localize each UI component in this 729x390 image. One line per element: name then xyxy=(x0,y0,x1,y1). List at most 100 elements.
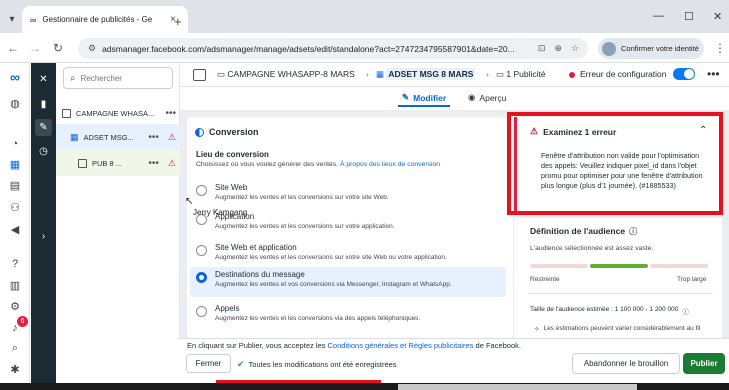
adset-grid-icon: ▦ xyxy=(70,131,79,142)
help-icon[interactable]: ? xyxy=(7,256,23,272)
edit-tab[interactable]: ✎ Modifier xyxy=(398,90,451,107)
tree-ad-label: PUB 8 ... xyxy=(92,158,123,168)
meta-logo-icon[interactable]: ∞ xyxy=(7,69,23,85)
settings-gear-icon[interactable]: ⚙ xyxy=(7,299,23,315)
footer-prefix: En cliquant sur Publier, vous acceptez l… xyxy=(187,341,326,350)
footer-suffix: de Facebook. xyxy=(475,341,521,350)
history-clock-icon[interactable]: ◷ xyxy=(35,143,52,160)
minimize-icon[interactable]: — xyxy=(653,10,664,22)
site-info-icon[interactable]: ⚙ xyxy=(88,43,96,54)
option-label: Appels xyxy=(215,304,240,313)
ad-square-icon xyxy=(78,158,87,168)
chart-icon[interactable]: ▮ xyxy=(35,96,52,113)
warning-icon: ⚠ xyxy=(167,131,176,142)
audience-note: ✧ Les estimations peuvent varier considé… xyxy=(534,325,700,333)
radio-website[interactable] xyxy=(196,185,207,196)
more-options-icon[interactable]: ••• xyxy=(148,132,159,143)
reports-icon[interactable]: ▥ xyxy=(7,278,23,294)
radio-website-app[interactable] xyxy=(196,245,207,256)
terms-link[interactable]: Conditions générales et Règles publicita… xyxy=(328,341,474,350)
audience-gauge-current xyxy=(590,264,648,268)
audience-title-text: Définition de l'audience xyxy=(530,226,626,236)
ads-manager-grid-icon[interactable]: ▦ xyxy=(7,157,23,173)
reload-icon[interactable]: ↻ xyxy=(51,41,65,55)
breadcrumb-adset[interactable]: ▦ ADSET MSG 8 MARS xyxy=(376,68,476,80)
breadcrumb-separator: › xyxy=(486,69,489,79)
tree-item-campaign[interactable]: CAMPAGNE WHASA... ••• xyxy=(56,100,180,126)
back-icon[interactable]: ← xyxy=(6,41,20,55)
tree-search-box[interactable]: ⌕ xyxy=(63,67,173,89)
tab-list-dropdown-icon[interactable]: ▾ xyxy=(5,12,19,26)
gauge-max-label: Trop large xyxy=(677,276,707,283)
campaign-folder-icon xyxy=(62,108,71,118)
more-options-icon[interactable]: ••• xyxy=(707,67,720,81)
forward-icon[interactable]: → xyxy=(28,41,42,55)
option-desc: Augmentez les ventes et les conversions … xyxy=(215,315,421,322)
expand-arrow-icon[interactable]: › xyxy=(35,228,52,245)
zoom-icon[interactable]: ⊕ xyxy=(554,43,562,54)
conversion-location-title: Lieu de conversion xyxy=(196,150,269,159)
install-app-icon[interactable]: ⊡ xyxy=(538,43,546,54)
search-icon: ⌕ xyxy=(70,72,76,84)
option-desc: Augmentez les ventes et les conversions … xyxy=(215,223,395,230)
confirm-identity-label: Confirmer votre identité xyxy=(621,44,699,53)
browser-menu-icon[interactable]: ⋮ xyxy=(713,41,727,55)
about-conversion-locations-link[interactable]: À propos des lieux de conversion xyxy=(340,161,440,168)
option-desc: Augmentez les ventes et les conversions … xyxy=(215,194,389,201)
close-window-icon[interactable]: ✕ xyxy=(713,10,722,23)
radio-calls[interactable] xyxy=(196,306,207,317)
option-label: Site Web xyxy=(215,183,248,192)
option-website[interactable]: Site Web Augmentez les ventes et les con… xyxy=(190,180,506,210)
eye-icon: ◉ xyxy=(468,92,476,102)
pages-icon[interactable]: ▤ xyxy=(7,178,23,194)
breadcrumb-ads[interactable]: ▭ 1 Publicité xyxy=(496,69,546,80)
search-icon[interactable]: ⌕ xyxy=(7,340,23,356)
info-icon[interactable]: ⓘ xyxy=(682,306,689,316)
audience-size-text: Taille de l'audience estimée : 1 100 000… xyxy=(530,306,679,313)
info-icon[interactable]: ⓘ xyxy=(629,226,637,237)
preview-tab[interactable]: ◉ Aperçu xyxy=(468,92,506,103)
saved-status-text: Toutes les modifications ont été enregis… xyxy=(248,360,397,369)
audience-title: Définition de l'audience ⓘ xyxy=(530,226,637,237)
toggle-panel-icon[interactable] xyxy=(193,69,206,81)
preview-tab-label: Aperçu xyxy=(479,92,507,103)
more-options-icon[interactable]: ••• xyxy=(148,158,159,169)
new-tab-icon[interactable]: + xyxy=(174,14,182,29)
discard-draft-button[interactable]: Abandonner le brouillon xyxy=(572,353,680,374)
breadcrumb-campaign[interactable]: ▭ CAMPAGNE WHASAPP-8 MARS xyxy=(217,69,355,80)
more-options-icon[interactable]: ••• xyxy=(165,108,176,119)
option-calls[interactable]: Appels Augmentez les ventes et les conve… xyxy=(190,301,506,329)
account-icon[interactable]: ◍ xyxy=(7,96,23,112)
option-desc: Augmentez les ventes et vos conversions … xyxy=(215,281,452,288)
address-bar[interactable]: ⚙ adsmanager.facebook.com/adsmanager/man… xyxy=(78,38,588,59)
option-website-app[interactable]: Site Web et application Augmentez les ve… xyxy=(190,240,506,270)
dashboard-icon[interactable]: ◔ xyxy=(7,136,23,152)
url-text: adsmanager.facebook.com/adsmanager/manag… xyxy=(102,43,515,54)
option-label: Destinations du message xyxy=(215,270,305,279)
browser-tab[interactable]: ∞ Gestionnaire de publicités - Ge × xyxy=(22,6,188,33)
radio-message-destinations[interactable] xyxy=(196,272,207,283)
close-panel-icon[interactable]: ✕ xyxy=(35,71,52,88)
maximize-icon[interactable]: ☐ xyxy=(684,10,694,23)
audiences-icon[interactable]: ⚇ xyxy=(7,200,23,216)
tree-search-input[interactable] xyxy=(80,73,161,83)
adset-on-off-toggle[interactable] xyxy=(673,68,695,80)
bookmark-star-icon[interactable]: ☆ xyxy=(571,43,579,54)
bug-report-icon[interactable]: ✱ xyxy=(7,362,23,378)
conversion-location-desc: Choisissez où vous voulez générer des ve… xyxy=(196,161,440,168)
close-button[interactable]: Fermer xyxy=(186,354,231,373)
profile-avatar xyxy=(602,41,616,56)
folder-icon: ▭ xyxy=(217,69,226,79)
option-message-destinations[interactable]: Destinations du message Augmentez les ve… xyxy=(190,267,506,297)
edit-pencil-icon[interactable]: ✎ xyxy=(35,119,52,136)
tree-item-adset[interactable]: ▦ ADSET MSG... ••• ⚠ xyxy=(56,124,180,150)
publish-button[interactable]: Publier xyxy=(683,353,725,374)
tree-item-ad[interactable]: PUB 8 ... ••• ⚠ xyxy=(56,150,180,176)
conversion-title-text: Conversion xyxy=(209,127,259,137)
megaphone-icon[interactable]: ◀ xyxy=(7,222,23,238)
footer-terms-text: En cliquant sur Publier, vous acceptez l… xyxy=(187,341,521,350)
warning-icon: ⚠ xyxy=(167,157,176,168)
confirm-identity-button[interactable]: Confirmer votre identité xyxy=(598,38,704,59)
edit-tab-label: Modifier xyxy=(413,92,447,103)
option-desc: Augmentez les ventes et les conversions … xyxy=(215,254,447,261)
